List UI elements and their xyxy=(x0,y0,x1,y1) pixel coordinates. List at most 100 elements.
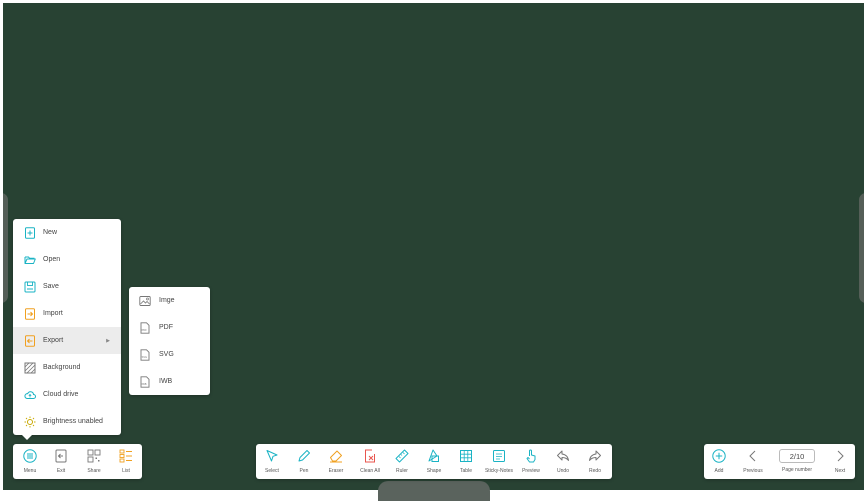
svg-file-icon: SVG xyxy=(139,348,151,361)
select-tool[interactable]: Select xyxy=(258,444,286,479)
chevron-right-icon xyxy=(833,449,847,463)
previous-page-button[interactable]: Previous xyxy=(738,444,768,479)
cloud-icon xyxy=(24,389,36,401)
eraser-icon xyxy=(329,449,343,463)
menu-item-label: Save xyxy=(43,283,59,290)
share-button[interactable]: Share xyxy=(82,444,106,479)
save-icon xyxy=(24,281,36,293)
bottom-edge-handle[interactable] xyxy=(378,481,490,501)
tool-label: Ruler xyxy=(396,468,408,474)
clean-all-icon xyxy=(363,449,377,463)
ruler-icon xyxy=(395,449,409,463)
svg-text:PDF: PDF xyxy=(142,328,148,332)
menu-item-import[interactable]: Import xyxy=(13,300,121,327)
tool-label: Select xyxy=(265,468,279,474)
background-icon xyxy=(24,362,36,374)
pen-icon xyxy=(297,449,311,463)
tool-label: Eraser xyxy=(328,468,344,474)
pen-tool[interactable]: Pen xyxy=(290,444,318,479)
menu-item-save[interactable]: Save xyxy=(13,273,121,300)
toolbar-label: Menu xyxy=(23,468,37,474)
main-menu-panel: New Open Save Import Export ▶ Background xyxy=(13,219,121,435)
menu-icon xyxy=(23,449,37,463)
undo-icon xyxy=(556,449,570,463)
toolbar-label: Exit xyxy=(56,468,66,474)
undo-button[interactable]: Undo xyxy=(550,444,576,479)
export-image-item[interactable]: Imge xyxy=(129,287,210,314)
menu-item-label: Import xyxy=(43,310,63,317)
export-pdf-item[interactable]: PDF PDF xyxy=(129,314,210,341)
redo-button[interactable]: Redo xyxy=(582,444,608,479)
menu-item-new[interactable]: New xyxy=(13,219,121,246)
export-item-label: PDF xyxy=(159,324,173,331)
brightness-icon xyxy=(24,416,36,428)
image-icon xyxy=(139,295,151,307)
tool-label: Shape xyxy=(426,468,442,474)
center-toolbar: Select Pen Eraser Clean All Ruler Shape xyxy=(256,444,612,479)
menu-item-open[interactable]: Open xyxy=(13,246,121,273)
svg-text:SVG: SVG xyxy=(142,355,147,359)
shape-icon xyxy=(427,449,441,463)
svg-text:IWB: IWB xyxy=(142,382,147,386)
export-iwb-item[interactable]: IWB IWB xyxy=(129,368,210,395)
sticky-notes-tool[interactable]: Sticky-Notes xyxy=(482,444,516,479)
menu-item-label: Background xyxy=(43,364,81,371)
table-tool[interactable]: Table xyxy=(453,444,479,479)
import-icon xyxy=(24,307,36,320)
eraser-tool[interactable]: Eraser xyxy=(322,444,350,479)
redo-icon xyxy=(588,449,602,463)
toolbar-label: Add xyxy=(714,468,724,474)
list-button[interactable]: List xyxy=(114,444,138,479)
exit-icon xyxy=(54,449,68,463)
menu-item-export[interactable]: Export ▶ xyxy=(13,327,121,354)
exit-button[interactable]: Exit xyxy=(49,444,73,479)
preview-icon xyxy=(524,449,538,463)
left-toolbar: Menu Exit Share List xyxy=(13,444,142,479)
menu-item-brightness[interactable]: Brightness unabled xyxy=(13,408,121,435)
export-svg-item[interactable]: SVG SVG xyxy=(129,341,210,368)
tool-label: Sticky-Notes xyxy=(484,468,514,474)
tool-label: Redo xyxy=(589,468,601,474)
next-page-button[interactable]: Next xyxy=(827,444,853,479)
toolbar-label: Page number xyxy=(781,467,813,473)
export-icon xyxy=(24,334,36,347)
pdf-file-icon: PDF xyxy=(139,321,151,334)
chevron-left-icon xyxy=(746,449,760,463)
export-item-label: IWB xyxy=(159,378,173,385)
add-page-button[interactable]: Add xyxy=(706,444,732,479)
menu-item-label: Cloud drive xyxy=(43,391,79,398)
page-number-field[interactable]: 2/10 xyxy=(779,449,815,463)
toolbar-label: Next xyxy=(834,468,846,474)
export-item-label: SVG xyxy=(159,351,174,358)
right-edge-handle[interactable] xyxy=(859,193,864,303)
menu-item-label: New xyxy=(43,229,58,236)
menu-pointer xyxy=(22,435,32,440)
whiteboard-canvas[interactable] xyxy=(3,3,864,490)
menu-item-label: Open xyxy=(43,256,61,263)
table-icon xyxy=(459,449,473,463)
page-number-control[interactable]: 2/10 Page number xyxy=(777,444,817,479)
qr-share-icon xyxy=(87,449,101,463)
folder-open-icon xyxy=(24,254,36,266)
menu-button[interactable]: Menu xyxy=(18,444,42,479)
shape-tool[interactable]: Shape xyxy=(420,444,448,479)
sticky-note-icon xyxy=(492,449,506,463)
menu-item-label: Export xyxy=(43,337,64,344)
list-icon xyxy=(119,449,133,463)
toolbar-label: List xyxy=(122,468,130,474)
tool-label: Preview xyxy=(522,468,540,474)
left-edge-handle[interactable] xyxy=(3,193,8,303)
clean-all-tool[interactable]: Clean All xyxy=(355,444,385,479)
iwb-file-icon: IWB xyxy=(139,375,151,388)
menu-item-cloud-drive[interactable]: Cloud drive xyxy=(13,381,121,408)
tool-label: Undo xyxy=(557,468,569,474)
tool-label: Pen xyxy=(299,468,309,474)
cursor-icon xyxy=(265,449,279,463)
add-icon xyxy=(712,449,726,463)
preview-tool[interactable]: Preview xyxy=(517,444,545,479)
menu-item-background[interactable]: Background xyxy=(13,354,121,381)
right-toolbar: Add Previous 2/10 Page number Next xyxy=(704,444,855,479)
tool-label: Clean All xyxy=(360,468,380,474)
ruler-tool[interactable]: Ruler xyxy=(388,444,416,479)
toolbar-label: Share xyxy=(87,468,101,474)
